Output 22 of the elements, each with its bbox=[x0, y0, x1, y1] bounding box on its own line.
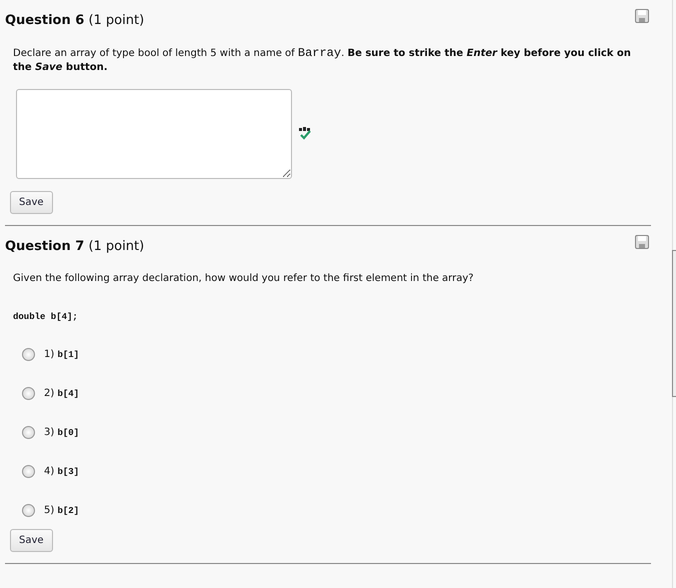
question-title: Question 7 (1 point) bbox=[5, 239, 144, 254]
radio-button[interactable] bbox=[22, 426, 35, 439]
question-title: Question 6 (1 point) bbox=[5, 13, 144, 28]
save-button[interactable]: Save bbox=[10, 191, 53, 214]
save-icon[interactable] bbox=[635, 9, 649, 23]
option-label[interactable]: 3) b[0] bbox=[44, 427, 80, 438]
radio-button[interactable] bbox=[22, 387, 35, 400]
question-text: Given the following array declaration, how would you refer to the first element in the array? bbox=[13, 272, 475, 286]
scrollbar-thumb[interactable] bbox=[672, 250, 676, 397]
spellcheck-icon[interactable] bbox=[298, 127, 314, 141]
option-label[interactable]: 5) b[2] bbox=[44, 505, 80, 516]
code-text: double b[4]; bbox=[13, 312, 79, 322]
save-icon[interactable] bbox=[635, 235, 649, 249]
question-text: Declare an array of type bool of length 5 with a name of Barray. Be sure to strike the Enter key before you click on the Save button. bbox=[13, 46, 632, 75]
answer-field[interactable] bbox=[16, 89, 292, 179]
option-label[interactable]: 2) b[4] bbox=[44, 388, 80, 399]
radio-button[interactable] bbox=[22, 504, 35, 517]
radio-button[interactable] bbox=[22, 348, 35, 361]
option-label[interactable]: 4) b[3] bbox=[44, 466, 80, 477]
save-button[interactable]: Save bbox=[10, 529, 53, 552]
option-label[interactable]: 1) b[1] bbox=[44, 349, 80, 360]
radio-button[interactable] bbox=[22, 465, 35, 478]
